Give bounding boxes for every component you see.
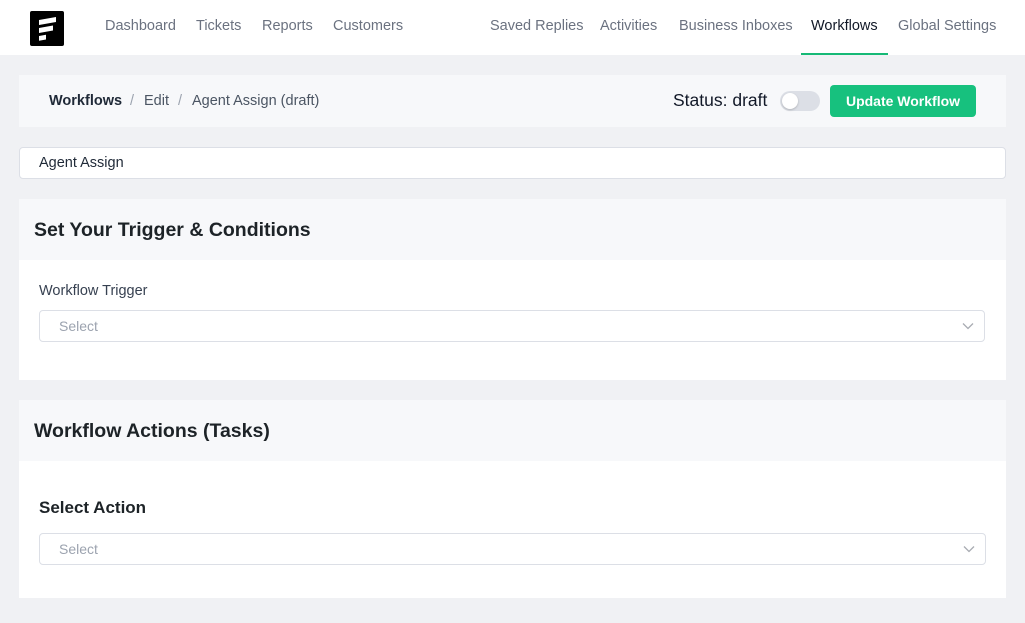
select-action-label: Select Action [39, 498, 147, 517]
breadcrumb-workflows[interactable]: Workflows [49, 93, 122, 109]
nav-workflows[interactable]: Workflows [801, 0, 888, 55]
nav-saved-replies[interactable]: Saved Replies [490, 0, 584, 55]
workflow-name-input[interactable] [19, 147, 1006, 179]
nav-tickets[interactable]: Tickets [196, 0, 241, 55]
actions-section-title: Workflow Actions (Tasks) [34, 420, 270, 442]
chevron-down-icon [963, 546, 975, 553]
nav-global-settings[interactable]: Global Settings [898, 0, 996, 55]
workflow-trigger-label: Workflow Trigger [39, 283, 148, 299]
nav-reports[interactable]: Reports [262, 0, 313, 55]
top-navigation: Dashboard Tickets Reports Customers Save… [0, 0, 1025, 55]
toggle-knob [782, 93, 798, 109]
workflow-trigger-select[interactable]: Select [39, 310, 985, 342]
select-action-select[interactable]: Select [39, 533, 986, 565]
status-label: Status: draft [673, 90, 768, 110]
brand-logo-icon[interactable] [30, 11, 64, 46]
breadcrumb-current: Agent Assign (draft) [192, 93, 320, 109]
update-workflow-button[interactable]: Update Workflow [830, 85, 976, 117]
breadcrumb-separator: / [178, 93, 183, 109]
breadcrumb-edit[interactable]: Edit [144, 93, 169, 109]
select-placeholder: Select [59, 541, 98, 557]
select-placeholder: Select [59, 318, 98, 334]
nav-dashboard[interactable]: Dashboard [105, 0, 176, 55]
actions-card: Workflow Actions (Tasks) Select Action S… [19, 400, 1006, 598]
status-toggle[interactable] [780, 91, 820, 111]
trigger-section-title: Set Your Trigger & Conditions [34, 219, 311, 241]
nav-business-inboxes[interactable]: Business Inboxes [679, 0, 793, 55]
chevron-down-icon [962, 323, 974, 330]
trigger-card: Set Your Trigger & Conditions Workflow T… [19, 199, 1006, 380]
breadcrumb-separator: / [130, 93, 135, 109]
nav-activities[interactable]: Activities [600, 0, 657, 55]
nav-customers[interactable]: Customers [333, 0, 403, 55]
